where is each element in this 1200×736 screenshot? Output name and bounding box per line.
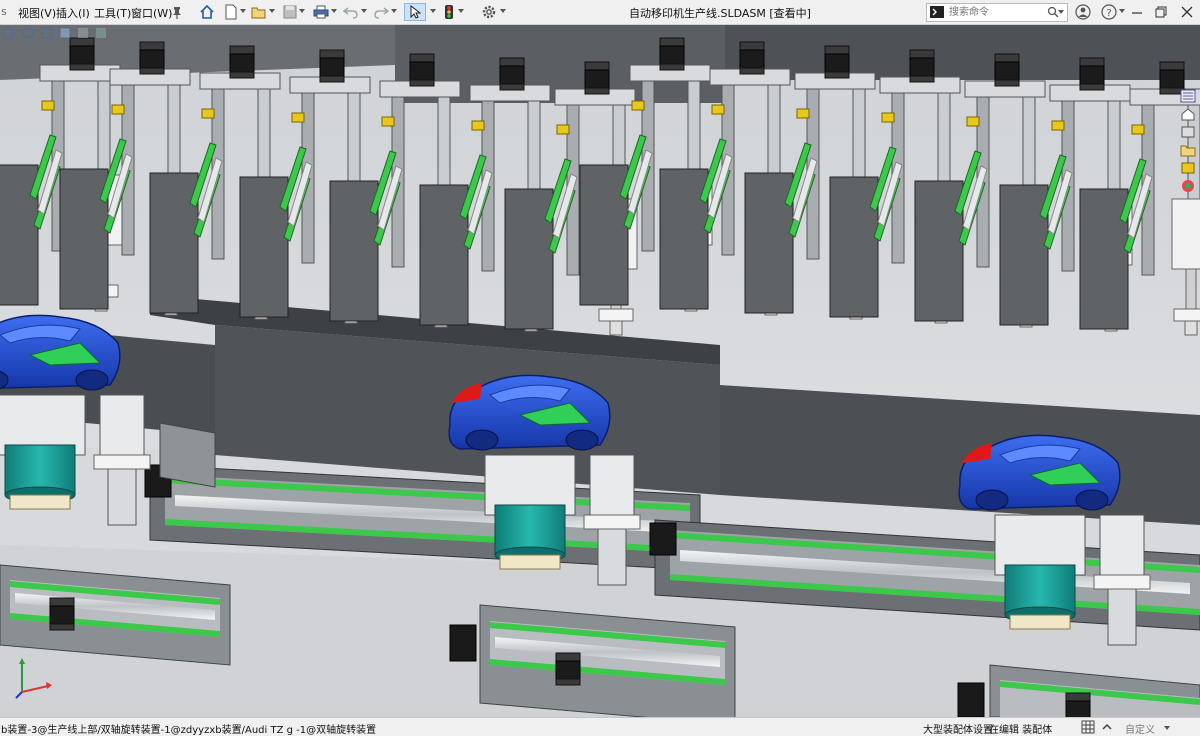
save-dropdown-icon[interactable]	[299, 9, 305, 13]
print-icon[interactable]	[312, 3, 330, 21]
user-icon[interactable]	[1074, 3, 1092, 21]
select-pointer-icon[interactable]	[404, 3, 426, 21]
view-palette-icon[interactable]	[1180, 161, 1196, 175]
task-pane-tabs[interactable]	[1180, 87, 1200, 197]
appearances-icon[interactable]	[1180, 179, 1196, 193]
display-style-icon	[96, 28, 106, 38]
search-input[interactable]	[949, 5, 1045, 20]
print-dropdown-icon[interactable]	[331, 9, 337, 13]
close-icon[interactable]	[1178, 3, 1196, 21]
zoom-area-icon	[22, 27, 34, 39]
printing-head-columns	[0, 37, 1200, 336]
new-dropdown-icon[interactable]	[240, 9, 246, 13]
large-assembly-settings[interactable]: 大型装配体设置	[923, 721, 993, 736]
menu-tools[interactable]: 工具(T)	[94, 5, 131, 21]
options-dropdown-icon[interactable]	[500, 9, 506, 13]
view-orientation-icon	[78, 28, 88, 38]
undo-dropdown-icon[interactable]	[361, 9, 367, 13]
section-view-icon	[59, 27, 71, 39]
svg-text:?: ?	[1106, 8, 1111, 19]
assembly-model-view[interactable]	[0, 25, 1200, 717]
traffic-light-icon[interactable]	[440, 3, 458, 21]
command-prompt-icon	[930, 6, 944, 18]
help-dropdown-icon[interactable]	[1119, 9, 1125, 13]
restore-icon[interactable]	[1152, 3, 1170, 21]
home-pane-icon[interactable]	[1180, 107, 1196, 121]
search-box[interactable]	[926, 3, 1068, 22]
design-library-icon[interactable]	[1180, 125, 1196, 139]
open-dropdown-icon[interactable]	[269, 9, 275, 13]
rebuild-grid-icon[interactable]	[1081, 720, 1095, 734]
zoom-to-fit-icon	[2, 27, 14, 39]
units-dropdown-icon[interactable]	[1164, 726, 1170, 730]
reference-triad-icon	[15, 658, 52, 699]
redo-dropdown-icon[interactable]	[391, 9, 397, 13]
menu-window[interactable]: 窗口(W)	[131, 5, 172, 21]
previous-view-icon	[41, 27, 53, 39]
menu-truncated-file[interactable]: s	[1, 5, 7, 18]
title-bar: s 视图(V) 插入(I) 工具(T) 窗口(W) 自动移印机生产线.SLDAS…	[0, 0, 1200, 25]
pin-icon[interactable]	[168, 3, 186, 21]
menu-view[interactable]: 视图(V)	[18, 5, 56, 21]
file-explorer-icon[interactable]	[1180, 143, 1196, 157]
resources-icon[interactable]	[1180, 89, 1196, 103]
status-expand-icon[interactable]	[1100, 720, 1114, 734]
search-dropdown-icon[interactable]	[1058, 10, 1064, 14]
redo-icon[interactable]	[372, 3, 390, 21]
rebuild-dropdown-icon[interactable]	[458, 9, 464, 13]
save-icon[interactable]	[281, 3, 299, 21]
undo-icon[interactable]	[342, 3, 360, 21]
open-folder-icon[interactable]	[250, 3, 268, 21]
editing-status: 在编辑 装配体	[989, 725, 1053, 736]
minimize-icon[interactable]	[1128, 3, 1146, 21]
gear-options-icon[interactable]	[480, 3, 498, 21]
help-icon[interactable]: ?	[1100, 3, 1118, 21]
component-path: b装置-3@生产线上部/双轴旋转装置-1@zdyyzxb装置/Audi TZ g…	[1, 725, 377, 736]
new-document-icon[interactable]	[222, 3, 240, 21]
select-dropdown-icon[interactable]	[430, 9, 436, 13]
graphics-area[interactable]	[0, 25, 1200, 717]
heads-up-view-toolbar[interactable]	[0, 25, 120, 41]
status-bar: b装置-3@生产线上部/双轴旋转装置-1@zdyyzxb装置/Audi TZ g…	[0, 717, 1200, 736]
menu-insert[interactable]: 插入(I)	[56, 5, 90, 21]
custom-units[interactable]: 自定义	[1125, 721, 1155, 736]
document-title: 自动移印机生产线.SLDASM [查看中]	[629, 7, 811, 20]
home-icon[interactable]	[198, 3, 216, 21]
